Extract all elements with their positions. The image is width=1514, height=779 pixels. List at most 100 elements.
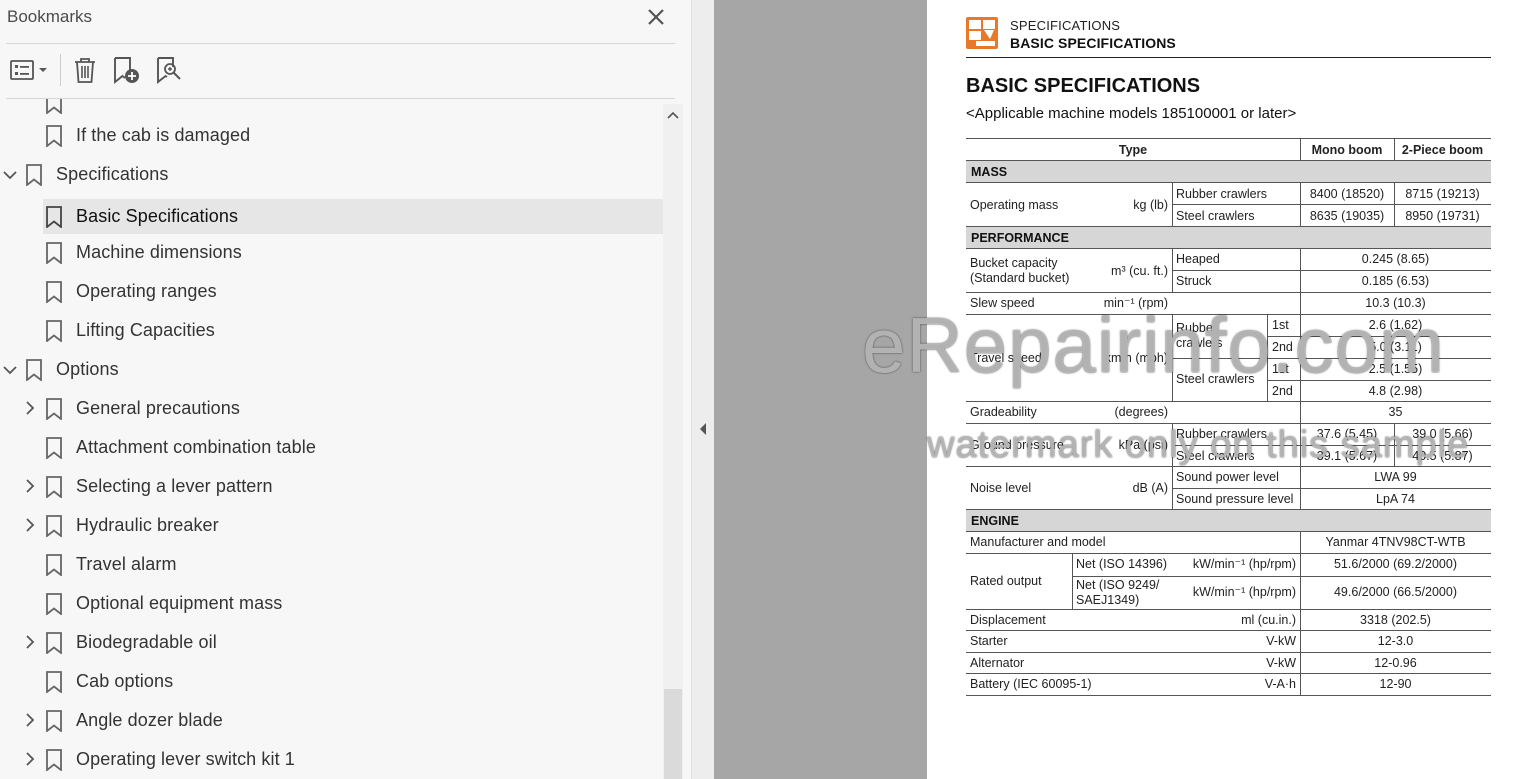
cell: 10.3 (10.3) xyxy=(1365,296,1426,310)
bookmark-icon xyxy=(46,514,62,537)
bookmark-label: Optional equipment mass xyxy=(76,593,283,613)
chevron-right-icon xyxy=(26,752,35,766)
bookmark-item-lifting-capacities[interactable]: Lifting Capacities xyxy=(43,313,443,348)
panel-title: Bookmarks xyxy=(7,7,93,26)
header-subsection: BASIC SPECIFICATIONS xyxy=(1010,35,1176,51)
expand-toggle-biodegradable-oil[interactable] xyxy=(22,634,38,650)
bookmark-item-options[interactable]: Options xyxy=(23,352,423,387)
bookmark-item-angle-dozer-blade[interactable]: Angle dozer blade xyxy=(43,703,443,738)
bookmark-item-cab-options[interactable]: Cab options xyxy=(43,664,443,699)
trash-icon xyxy=(75,58,95,83)
cell: 0.185 (6.53) xyxy=(1361,274,1430,288)
bookmarks-panel: Bookmarks If the cab is damaged Specific… xyxy=(0,0,692,779)
collapse-toggle-options[interactable] xyxy=(2,362,18,378)
cell: LpA 74 xyxy=(1376,492,1415,506)
bookmarks-scrollbar[interactable] xyxy=(663,104,683,779)
viewer-background xyxy=(714,0,927,779)
document-subtitle: <Applicable machine models 185100001 or … xyxy=(966,105,1297,122)
label-bucket-capacity: Bucket capacity xyxy=(970,256,1058,270)
bookmark-icon xyxy=(46,748,62,771)
expand-toggle-lever-switch-kit[interactable] xyxy=(22,751,38,767)
new-bookmark-button[interactable] xyxy=(111,54,143,86)
bookmark-item-cab-damaged[interactable]: If the cab is damaged xyxy=(43,118,443,153)
delete-bookmark-button[interactable] xyxy=(70,54,100,86)
section-band-mass: MASS xyxy=(966,161,1491,182)
label-rubber-crawlers: Rubber crawlers xyxy=(1176,427,1268,441)
divider xyxy=(6,43,675,44)
bookmark-icon xyxy=(46,280,62,303)
label-gradeability: Gradeability xyxy=(970,405,1037,419)
panel-splitter[interactable] xyxy=(692,0,714,779)
collapse-toggle-specifications[interactable] xyxy=(2,167,18,183)
bookmark-icon xyxy=(26,358,42,381)
bookmark-label: Options xyxy=(56,359,119,379)
scroll-thumb[interactable] xyxy=(664,689,682,779)
collapse-panel-arrow-icon[interactable] xyxy=(698,421,708,437)
spec-table: MASS PERFORMANCE ENGINE Type Mono boom 2… xyxy=(966,138,1491,696)
bookmark-item-travel-alarm[interactable]: Travel alarm xyxy=(43,547,443,582)
specifications-section-icon xyxy=(966,17,998,49)
bookmark-label: Lifting Capacities xyxy=(76,320,215,340)
label-2nd: 2nd xyxy=(1272,340,1293,354)
label-heaped: Heaped xyxy=(1176,252,1220,266)
find-bookmark-button[interactable] xyxy=(154,54,186,86)
chevron-right-icon xyxy=(26,518,35,532)
bookmark-icon xyxy=(26,163,42,186)
bookmark-item-biodegradable-oil[interactable]: Biodegradable oil xyxy=(43,625,443,660)
cell: 8715 (19213) xyxy=(1405,187,1480,201)
bookmark-item-hydraulic-breaker[interactable]: Hydraulic breaker xyxy=(43,508,443,543)
bookmark-item-optional-equipment-mass[interactable]: Optional equipment mass xyxy=(43,586,443,621)
label-slew-speed: Slew speed xyxy=(970,296,1035,310)
label-rubber-crawlers: Rubber crawlers xyxy=(1176,187,1268,201)
label-steel-crawlers-travel: Steel crawlers xyxy=(1176,372,1255,386)
document-page: SPECIFICATIONS BASIC SPECIFICATIONS BASI… xyxy=(927,0,1514,779)
close-panel-button[interactable] xyxy=(643,4,669,30)
label-steel-crawlers: Steel crawlers xyxy=(1176,449,1255,463)
bookmark-item-operating-ranges[interactable]: Operating ranges xyxy=(43,274,443,309)
bookmark-icon xyxy=(46,670,62,693)
chevron-up-icon xyxy=(667,111,679,119)
bookmark-tree: If the cab is damaged Specifications Bas… xyxy=(0,99,663,779)
section-band-engine: ENGINE xyxy=(966,510,1491,531)
unit-rated: kW/min⁻¹ (hp/rpm) xyxy=(1192,585,1296,599)
bookmark-item-lever-pattern[interactable]: Selecting a lever pattern xyxy=(43,469,443,504)
bookmark-label: Hydraulic breaker xyxy=(76,515,219,535)
col-header-2piece: 2-Piece boom xyxy=(1401,143,1484,157)
cell: 2.5 (1.55) xyxy=(1368,362,1423,376)
label-2nd: 2nd xyxy=(1272,384,1293,398)
cell: 2.6 (1.62) xyxy=(1368,318,1423,332)
bookmark-label: Cab options xyxy=(76,671,174,691)
chevron-right-icon xyxy=(26,479,35,493)
label-displacement: Displacement xyxy=(970,613,1046,627)
bookmark-icon xyxy=(46,99,62,114)
bookmark-item-lever-switch-kit[interactable]: Operating lever switch kit 1 xyxy=(43,742,443,777)
bookmark-item-general-precautions[interactable]: General precautions xyxy=(43,391,443,426)
chevron-right-icon xyxy=(26,635,35,649)
label-starter: Starter xyxy=(970,634,1008,648)
bookmark-item-basic-specifications[interactable]: Basic Specifications xyxy=(43,199,663,234)
scroll-up-button[interactable] xyxy=(663,104,683,126)
bookmark-item-machine-dimensions[interactable]: Machine dimensions xyxy=(43,235,443,270)
unit-displacement: ml (cu.in.) xyxy=(1241,613,1296,627)
label-net-iso14396: Net (ISO 14396) xyxy=(1076,557,1168,571)
label-crawlers: crawlers xyxy=(1176,336,1223,350)
expand-toggle-lever-pattern[interactable] xyxy=(22,478,38,494)
label-1st: 1st xyxy=(1272,362,1289,376)
expand-toggle-angle-dozer-blade[interactable] xyxy=(22,712,38,728)
cell: 8400 (18520) xyxy=(1309,187,1385,201)
col-header-type: Type xyxy=(1118,143,1148,157)
expand-toggle-general-precautions[interactable] xyxy=(22,400,38,416)
label-manufacturer: Manufacturer and model xyxy=(970,535,1106,549)
bookmark-search-icon xyxy=(157,57,181,84)
bookmark-label: Travel alarm xyxy=(76,554,177,574)
bookmark-label: If the cab is damaged xyxy=(76,125,251,145)
bookmark-label: General precautions xyxy=(76,398,240,418)
bookmark-label: Attachment combination table xyxy=(76,437,316,457)
expand-toggle-hydraulic-breaker[interactable] xyxy=(22,517,38,533)
cell: 49.6/2000 (66.5/2000) xyxy=(1333,585,1458,599)
label-noise-level: Noise level xyxy=(970,481,1032,495)
options-menu-button[interactable] xyxy=(7,54,51,86)
bookmark-item-attachment-table[interactable]: Attachment combination table xyxy=(43,430,443,465)
bookmark-item-partial[interactable] xyxy=(43,99,343,120)
bookmark-item-specifications[interactable]: Specifications xyxy=(23,157,423,192)
